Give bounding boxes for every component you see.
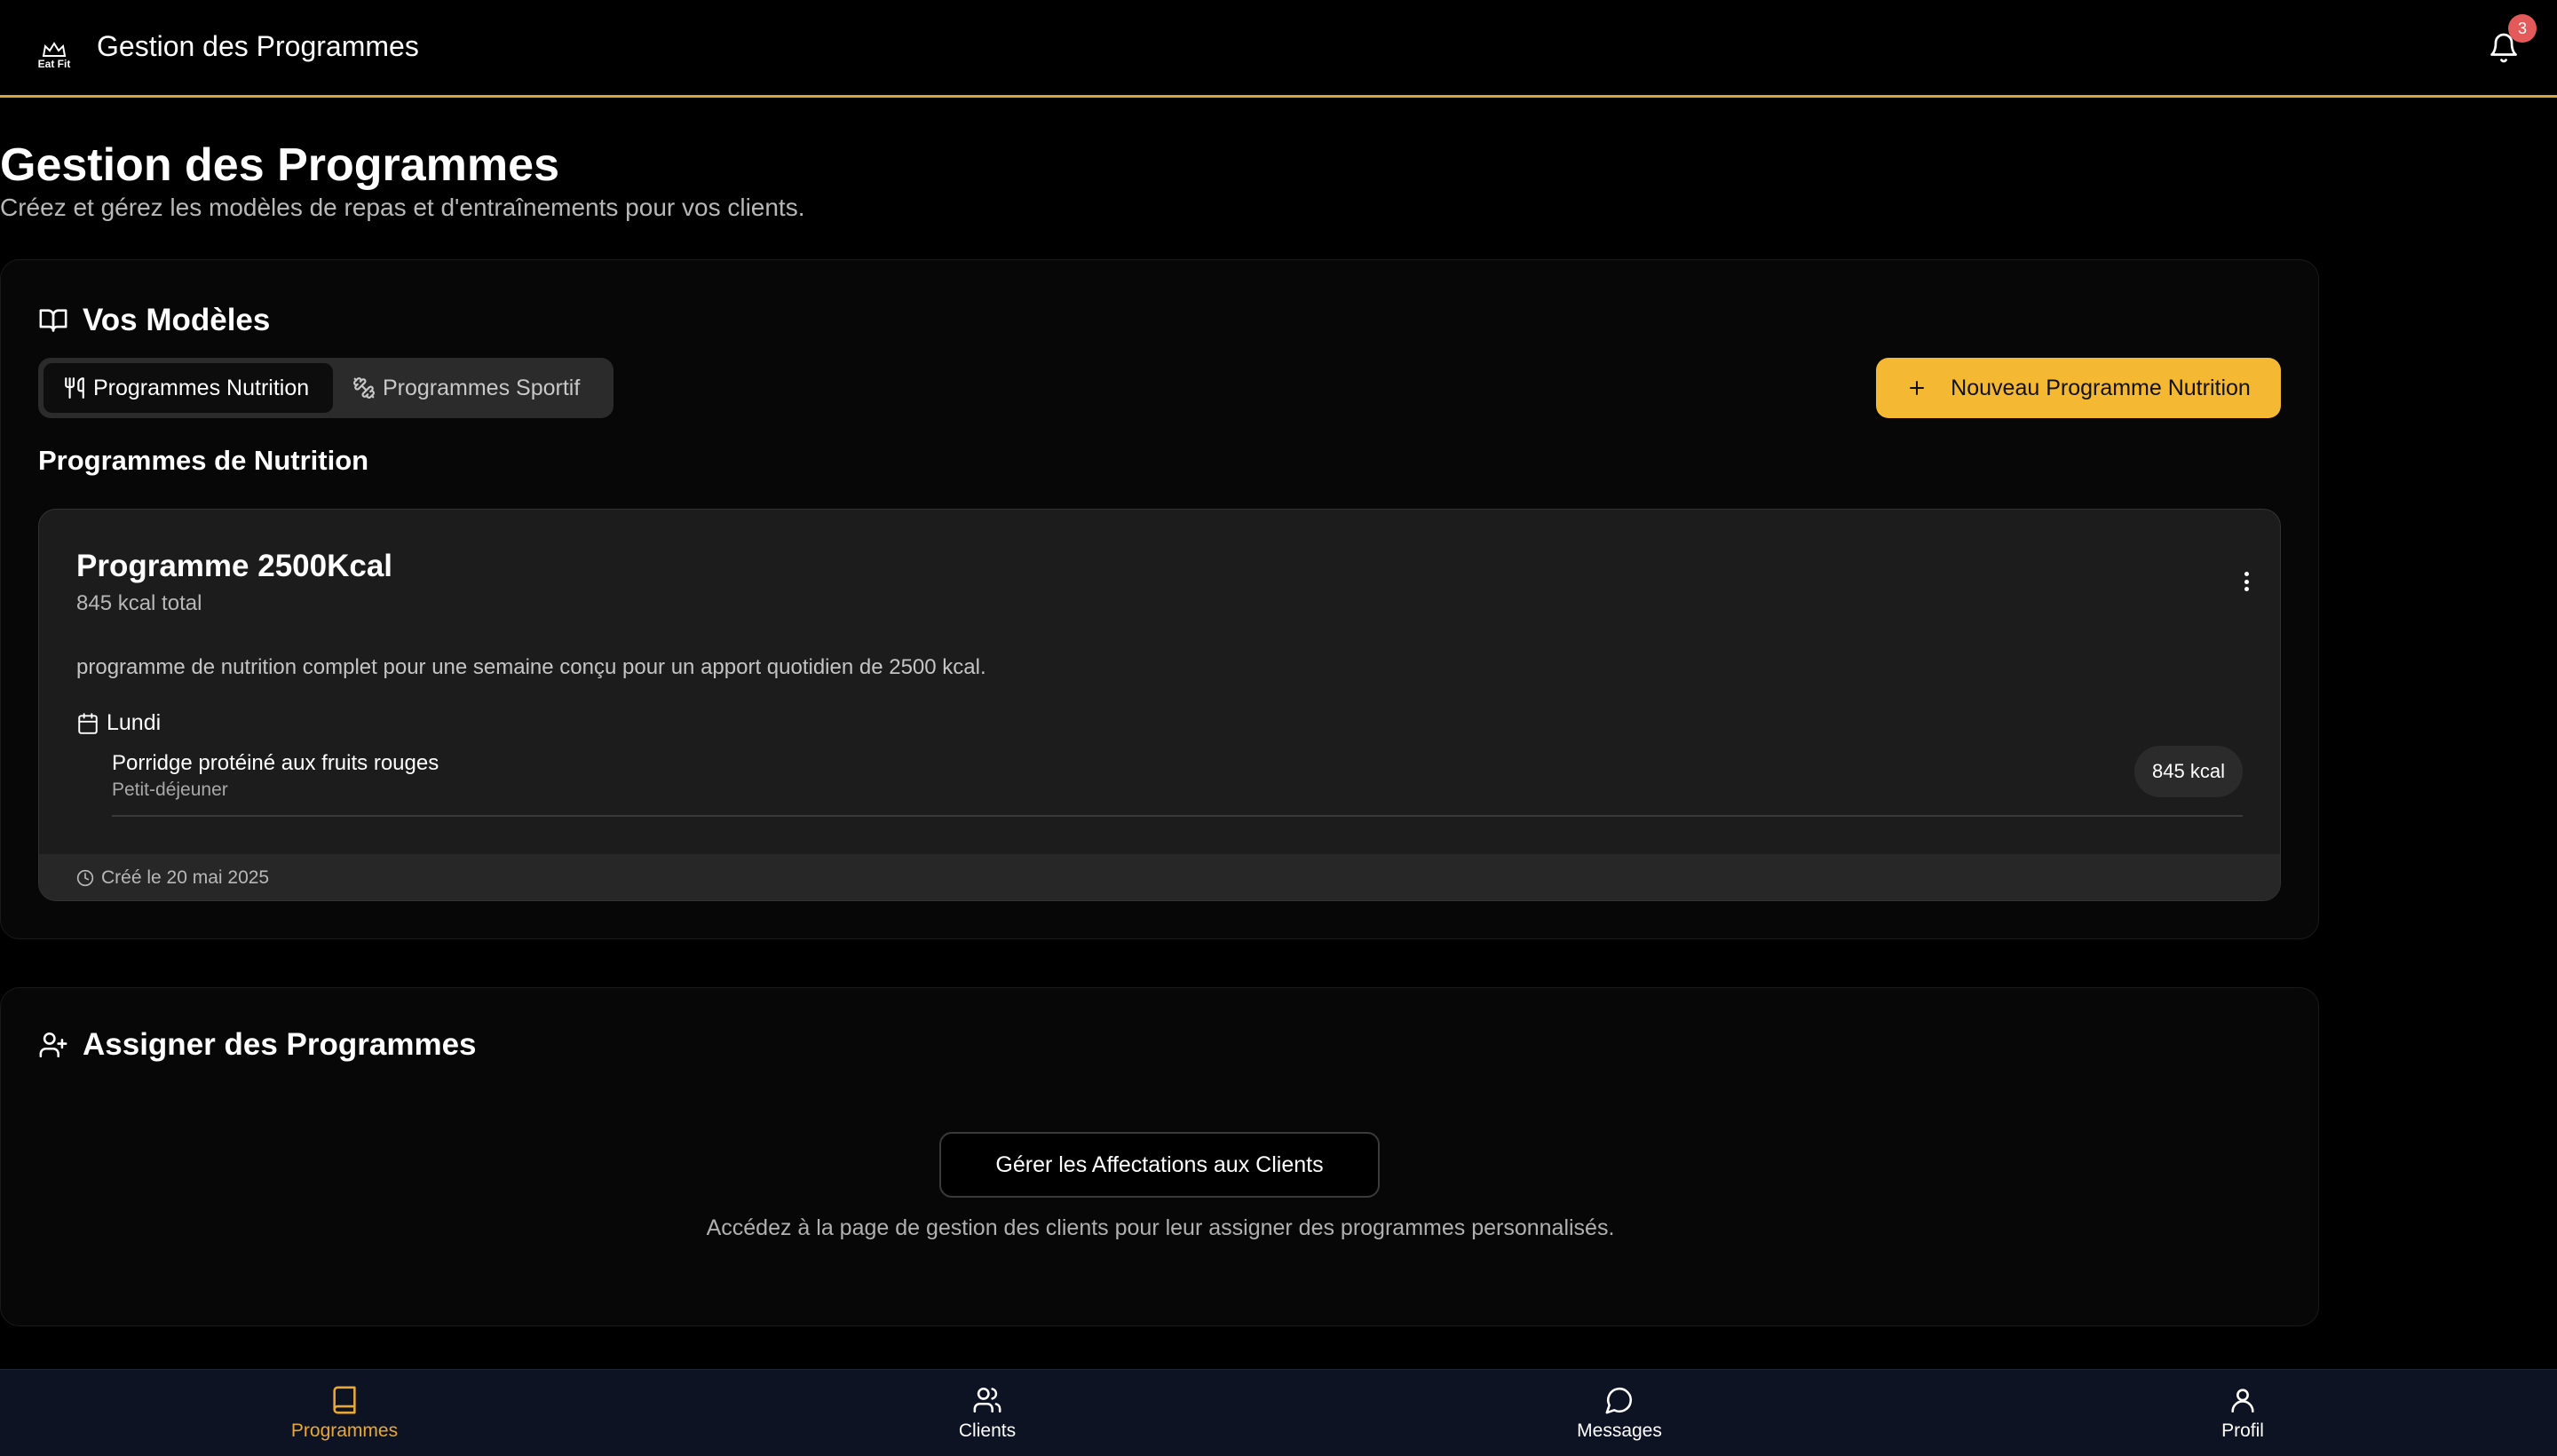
program-description: programme de nutrition complet pour une … — [76, 655, 986, 679]
assign-description: Accédez à la page de gestion des clients… — [706, 1215, 1615, 1240]
page-subtitle: Créez et gérez les modèles de repas et d… — [0, 194, 805, 221]
app-logo[interactable]: Eat Fit — [34, 25, 75, 69]
program-card[interactable]: Programme 2500Kcal 845 kcal total progra… — [38, 509, 2281, 901]
nav-clients-label: Clients — [958, 1420, 1017, 1441]
program-total-kcal: 845 kcal total — [76, 591, 202, 615]
program-tabs: Programmes Nutrition Programmes Sportif — [38, 358, 614, 418]
users-icon — [973, 1387, 1001, 1413]
tab-nutrition-label: Programmes Nutrition — [93, 375, 310, 400]
new-nutrition-program-button[interactable]: Nouveau Programme Nutrition — [1876, 358, 2281, 418]
tab-sport-label: Programmes Sportif — [383, 375, 581, 400]
utensils-icon — [65, 377, 84, 399]
more-options-icon[interactable] — [2237, 568, 2255, 595]
tab-sport[interactable]: Programmes Sportif — [333, 363, 599, 413]
calendar-icon — [78, 712, 98, 734]
nav-programmes[interactable]: Programmes — [289, 1370, 400, 1456]
new-button-label: Nouveau Programme Nutrition — [1951, 375, 2251, 400]
top-bar: Eat Fit Gestion des Programmes 3 — [0, 0, 2557, 98]
bottom-nav: Programmes Clients Messages Profil — [0, 1369, 2557, 1456]
message-icon — [1605, 1387, 1633, 1414]
clock-icon — [76, 869, 94, 887]
manage-assignments-button[interactable]: Gérer les Affectations aux Clients — [939, 1132, 1380, 1198]
nav-messages-label: Messages — [1577, 1420, 1662, 1441]
user-plus-icon — [39, 1032, 67, 1058]
day-label: Lundi — [107, 710, 162, 735]
notification-badge: 3 — [2508, 14, 2537, 43]
models-panel: Vos Modèles Programmes Nutrition Program… — [0, 259, 2319, 939]
page-title: Gestion des Programmes — [0, 139, 559, 191]
meal-name: Porridge protéiné aux fruits rouges — [112, 751, 439, 775]
assign-title: Assigner des Programmes — [83, 1027, 477, 1062]
dumbbell-icon — [353, 377, 375, 399]
assign-header: Assigner des Programmes — [38, 1027, 477, 1063]
user-icon — [2231, 1389, 2254, 1413]
models-header: Vos Modèles — [38, 303, 270, 338]
created-date: Créé le 20 mai 2025 — [101, 867, 270, 888]
tab-nutrition[interactable]: Programmes Nutrition — [44, 363, 333, 413]
open-book-icon — [39, 309, 67, 332]
crown-icon — [42, 42, 67, 57]
nutrition-subsection-title: Programmes de Nutrition — [38, 445, 369, 476]
plus-icon — [1910, 381, 1925, 395]
book-icon — [333, 1386, 356, 1414]
day-heading: Lundi — [76, 710, 161, 736]
models-title: Vos Modèles — [83, 303, 271, 337]
meal-item: Porridge protéiné aux fruits rouges Peti… — [112, 746, 2243, 817]
meal-kcal-badge: 845 kcal — [2134, 746, 2243, 797]
nav-profil[interactable]: Profil — [2207, 1370, 2278, 1456]
meal-type: Petit-déjeuner — [112, 779, 228, 800]
nav-messages[interactable]: Messages — [1570, 1370, 1669, 1456]
program-title: Programme 2500Kcal — [76, 549, 393, 583]
nav-programmes-label: Programmes — [290, 1420, 399, 1441]
logo-text: Eat Fit — [37, 58, 71, 70]
assign-panel: Assigner des Programmes Gérer les Affect… — [0, 987, 2319, 1326]
nav-clients[interactable]: Clients — [943, 1370, 1032, 1456]
app-title: Gestion des Programmes — [97, 30, 419, 62]
nav-profil-label: Profil — [2221, 1420, 2264, 1441]
card-footer: Créé le 20 mai 2025 — [39, 854, 2280, 900]
